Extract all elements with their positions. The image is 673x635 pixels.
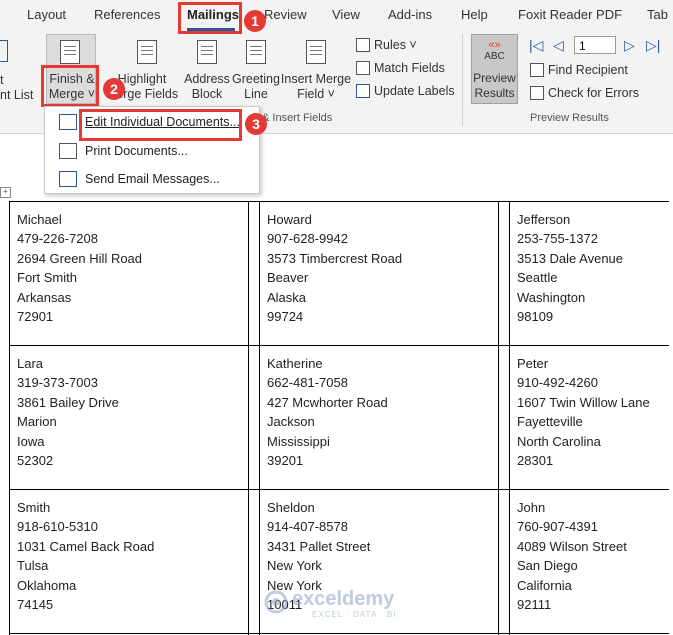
- label-cell[interactable]: Katherine 662-481-7058 427 Mcwhorter Road J…: [267, 354, 388, 470]
- preview-results-group-label: Preview Results: [530, 112, 609, 124]
- tab-references[interactable]: References: [94, 7, 160, 22]
- insert-merge-field-icon: [306, 40, 326, 64]
- mailings-highlight: [178, 2, 242, 34]
- rules-icon: [356, 38, 370, 52]
- tab-add-ins[interactable]: Add-ins: [388, 7, 432, 22]
- print-documents-item[interactable]: Print Documents...: [85, 144, 188, 158]
- step-badge-2: 2: [103, 78, 125, 100]
- table-row-border: [9, 633, 669, 634]
- tab-layout[interactable]: Layout: [27, 7, 66, 22]
- write-insert-fields-group-label: & Insert Fields: [262, 112, 333, 124]
- step-badge-3: 3: [245, 113, 267, 135]
- preview-results-label: Preview Results: [473, 71, 516, 100]
- update-labels-button[interactable]: Update Labels: [374, 84, 455, 98]
- table-border-top: [9, 201, 669, 202]
- printer-icon: [59, 143, 77, 159]
- watermark-name: exceldemy: [292, 588, 395, 610]
- preview-results-button[interactable]: «» ABC Preview Results: [471, 34, 518, 104]
- group-separator: [462, 34, 463, 126]
- find-recipient-icon: [530, 63, 544, 77]
- table-column-border: [498, 201, 499, 635]
- exceldemy-watermark: exceldemy EXCEL · DATA · BI: [262, 586, 422, 622]
- check-for-errors-icon: [530, 86, 544, 100]
- finish-merge-highlight: [41, 65, 99, 107]
- exceldemy-logo-icon: [264, 590, 288, 614]
- edit-recipient-list-label-1[interactable]: t: [0, 73, 3, 87]
- record-number-input[interactable]: 1: [574, 36, 616, 54]
- greeting-line-icon: [246, 40, 266, 64]
- label-cell[interactable]: Smith 918-610-5310 1031 Camel Back Road Tul…: [17, 498, 154, 614]
- highlight-merge-fields-icon: [137, 40, 157, 64]
- step-badge-1: 1: [244, 10, 266, 32]
- label-cell[interactable]: Lara 319-373-7003 3861 Bailey Drive Marion I…: [17, 354, 119, 470]
- label-cell[interactable]: Michael 479-226-7208 2694 Green Hill Road F…: [17, 210, 142, 326]
- first-record-icon[interactable]: |◁: [529, 37, 543, 54]
- next-record-icon[interactable]: ▷: [624, 37, 635, 54]
- last-record-icon[interactable]: ▷|: [646, 37, 660, 54]
- table-column-border: [259, 201, 260, 635]
- rules-button[interactable]: Rules ˅: [374, 38, 417, 52]
- previous-record-icon[interactable]: ◁: [553, 37, 564, 54]
- tab-review[interactable]: Review: [264, 7, 307, 22]
- edit-documents-icon: [59, 114, 77, 130]
- table-column-border: [248, 201, 249, 635]
- tab-table[interactable]: Tab: [647, 7, 668, 22]
- greeting-line-button[interactable]: Greeting Line: [231, 72, 281, 102]
- table-row-border: [9, 345, 669, 346]
- table-column-border: [9, 201, 10, 635]
- table-move-handle-icon[interactable]: +: [0, 187, 11, 198]
- insert-merge-field-button[interactable]: Insert Merge Field ˅: [280, 72, 352, 102]
- watermark-tagline: EXCEL · DATA · BI: [312, 610, 397, 619]
- tab-foxit-reader-pdf[interactable]: Foxit Reader PDF: [518, 7, 622, 22]
- edit-recipient-list-label-2[interactable]: nt List: [0, 88, 33, 102]
- email-icon: [59, 171, 77, 187]
- address-block-button[interactable]: Address Block: [182, 72, 232, 102]
- edit-individual-highlight: [79, 109, 242, 141]
- label-cell[interactable]: John 760-907-4391 4089 Wilson Street San Di…: [517, 498, 627, 614]
- preview-chevrons-icon: «»: [488, 39, 501, 51]
- check-for-errors-button[interactable]: Check for Errors: [548, 86, 639, 100]
- preview-abc-icon: ABC: [484, 51, 505, 62]
- match-fields-icon: [356, 61, 370, 75]
- send-email-messages-item[interactable]: Send Email Messages...: [85, 172, 220, 186]
- ribbon-tabs: Layout References Mailings Review View A…: [0, 0, 673, 31]
- label-cell[interactable]: Peter 910-492-4260 1607 Twin Willow Lane Fa…: [517, 354, 650, 470]
- find-recipient-button[interactable]: Find Recipient: [548, 63, 628, 77]
- update-labels-icon: [356, 84, 370, 98]
- match-fields-button[interactable]: Match Fields: [374, 61, 445, 75]
- table-column-border: [509, 201, 510, 635]
- label-cell[interactable]: Jefferson 253-755-1372 3513 Dale Avenue Sea…: [517, 210, 623, 326]
- table-row-border: [9, 489, 669, 490]
- recipient-list-icon: [0, 40, 8, 62]
- tab-view[interactable]: View: [332, 7, 360, 22]
- address-block-icon: [197, 40, 217, 64]
- tab-help[interactable]: Help: [461, 7, 488, 22]
- finish-merge-icon: [60, 40, 80, 64]
- label-cell[interactable]: Howard 907-628-9942 3573 Timbercrest Road B…: [267, 210, 402, 326]
